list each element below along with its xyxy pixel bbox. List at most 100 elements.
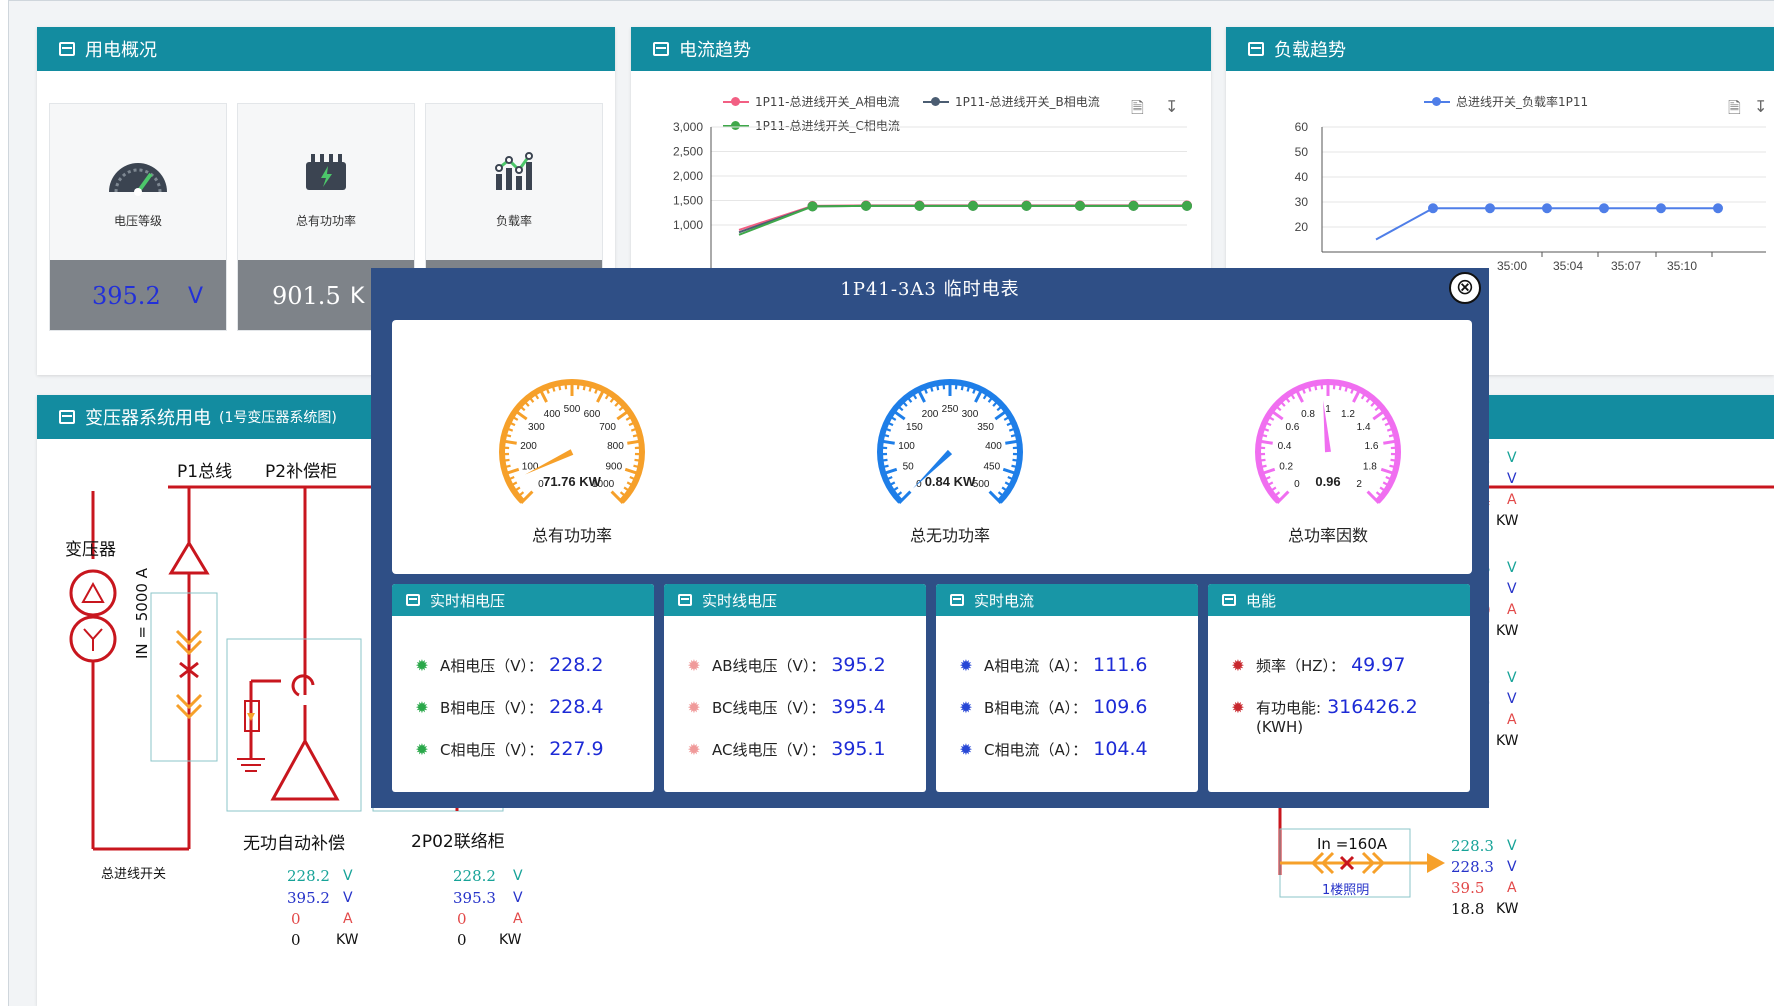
y-tick-label: 3,000 [673, 120, 703, 134]
dial-tick-label: 1.8 [1363, 462, 1377, 473]
current-row-b: ✹ B相电流（A）： 109.6 [958, 696, 1147, 718]
gauge-title: 总无功功率 [909, 526, 990, 545]
calendar-icon [1222, 594, 1236, 606]
gauge-power-factor: 0 0.2 0.4 0.6 0.8 1 1.2 1.4 1.6 1.8 2 0.96 总功率因数 [1148, 320, 1508, 574]
unit-v: V [1507, 560, 1517, 576]
floor1-lighting-label[interactable]: 1楼照明 [1322, 879, 1369, 898]
row-value: 228.2 [549, 654, 604, 676]
y-tick-label: 1,500 [673, 194, 703, 208]
unit-a: A [1507, 712, 1517, 728]
in-160-label: In =160A [1317, 835, 1388, 853]
row-value: 227.9 [549, 738, 604, 760]
unit-v: V [1507, 471, 1517, 487]
dial-tick-label: 400 [985, 441, 1002, 452]
close-icon[interactable]: ⊗ [1449, 272, 1481, 304]
dial-tick-label: 300 [962, 409, 979, 420]
dial-tick-label: 100 [898, 441, 915, 452]
energy-panel: 电能 ✹ 频率（HZ）： 49.97 ✹ 有功电能: 316426.2 (KWH) [1208, 584, 1470, 792]
gauge-title: 总有功功率 [531, 526, 612, 545]
calendar-icon [406, 594, 420, 606]
unit-v: V [343, 890, 353, 906]
current-title: 实时电流 [974, 591, 1035, 610]
voltage-level-card[interactable]: 电压等级 395.2 V [49, 103, 227, 331]
row-label: 有功电能: [1256, 698, 1322, 717]
tie-power: 0 [457, 931, 467, 949]
gear-icon: ✹ [415, 697, 429, 717]
reactive-line-voltage: 395.2 [287, 889, 330, 907]
gear-icon: ✹ [687, 739, 701, 759]
dial-tick-label: 0.4 [1278, 441, 1292, 452]
gear-icon: ✹ [959, 697, 973, 717]
data-point [1656, 203, 1666, 214]
y-tick-label: 40 [1295, 170, 1309, 184]
row-value: 109.6 [1093, 696, 1148, 718]
phase-voltage-row-b: ✹ B相电压（V）： 228.4 [414, 696, 603, 718]
y-tick-label: 60 [1295, 120, 1309, 134]
dial-tick-label: 0 [1294, 479, 1300, 490]
total-active-power-unit: K [350, 284, 365, 309]
dial-tick-label: 50 [903, 462, 915, 473]
gear-icon: ✹ [1231, 697, 1245, 717]
dial-tick-label: 0.2 [1279, 462, 1293, 473]
series-line [738, 204, 1187, 236]
y-tick-label: 30 [1295, 195, 1309, 209]
reactive-power-dial: 050100150200 250 3003504004505000.84 KW [877, 379, 1023, 504]
battery-bank-icon [238, 152, 414, 202]
unit-v: V [513, 890, 523, 906]
gauge-icon [50, 152, 226, 202]
phase-voltage-row-a: ✹ A相电压（V）： 228.2 [414, 654, 603, 676]
row-value: 228.4 [549, 696, 604, 718]
dial-tick-label: 200 [922, 409, 939, 420]
gear-icon: ✹ [415, 739, 429, 759]
row-value: 316426.2 [1327, 696, 1418, 718]
row-label: A相电流（A）： [984, 656, 1088, 675]
voltage-level-value: 395.2 [92, 282, 161, 310]
energy-unit-label: (KWH) [1256, 718, 1304, 736]
current-trend-chart: 3,000 2,500 2,000 1,500 1,000 [673, 120, 1192, 277]
dial-tick-label: 1.4 [1357, 422, 1371, 433]
unit-v: V [1507, 450, 1517, 466]
total-active-power-value: 901.5 [272, 282, 341, 310]
voltage-level-label: 电压等级 [113, 214, 162, 228]
tie-current: 0 [457, 910, 467, 928]
data-point [1542, 203, 1552, 214]
dial-tick-label: 500 [973, 479, 990, 490]
data-point [1075, 200, 1085, 211]
unit-a: A [1507, 602, 1517, 618]
unit-v: V [343, 868, 353, 884]
gauge-area: 0 100 200 300 400 500 600 700 800 900 1000 71.76 KW… [392, 320, 1472, 574]
line-voltage-row-bc: ✹ BC线电压（V）： 395.4 [686, 696, 886, 718]
data-point [807, 201, 818, 212]
unit-kw: KW [1496, 623, 1519, 639]
x-tick-label: 35:04 [1553, 259, 1583, 273]
row-label: AB线电压（V）： [712, 656, 826, 675]
total-active-power-label: 总有功功率 [295, 214, 356, 228]
floor1-power: 18.8 [1451, 900, 1485, 918]
dial-tick-label: 300 [528, 422, 545, 433]
row-value: 395.4 [831, 696, 886, 718]
overview-title: 用电概况 [85, 40, 157, 61]
y-tick-label: 2,500 [673, 145, 703, 159]
phase-voltage-panel: 实时相电压 ✹ A相电压（V）： 228.2 ✹ B相电压（V）： 228.4 ✹ C相电… [392, 584, 654, 792]
x-tick-label: 35:07 [1611, 259, 1641, 273]
y-tick-label: 20 [1295, 220, 1309, 234]
gear-icon: ✹ [687, 655, 701, 675]
reactive-current: 0 [291, 910, 301, 928]
active-energy-row: ✹ 有功电能: 316426.2 [1230, 696, 1418, 718]
phase-voltage-row-c: ✹ C相电压（V）： 227.9 [414, 738, 604, 760]
unit-v: V [1507, 838, 1517, 854]
dial-tick-label: 450 [984, 462, 1001, 473]
data-point [1713, 203, 1723, 214]
unit-kw: KW [499, 932, 522, 948]
data-point [914, 200, 925, 211]
power-factor-dial: 00.2 0.4 0.60.8 1 1.21.4 1.6 1.82 0.96 [1255, 379, 1401, 504]
row-value: 49.97 [1351, 654, 1406, 676]
reactive-power: 0 [291, 931, 301, 949]
unit-a: A [343, 911, 353, 927]
dial-tick-label: 2 [1356, 479, 1362, 490]
unit-v: V [1507, 581, 1517, 597]
dial-tick-label: 1 [1325, 404, 1331, 415]
y-tick-label: 50 [1295, 145, 1309, 159]
dial-tick-label: 800 [607, 441, 624, 452]
line-voltage-title: 实时线电压 [702, 591, 778, 610]
